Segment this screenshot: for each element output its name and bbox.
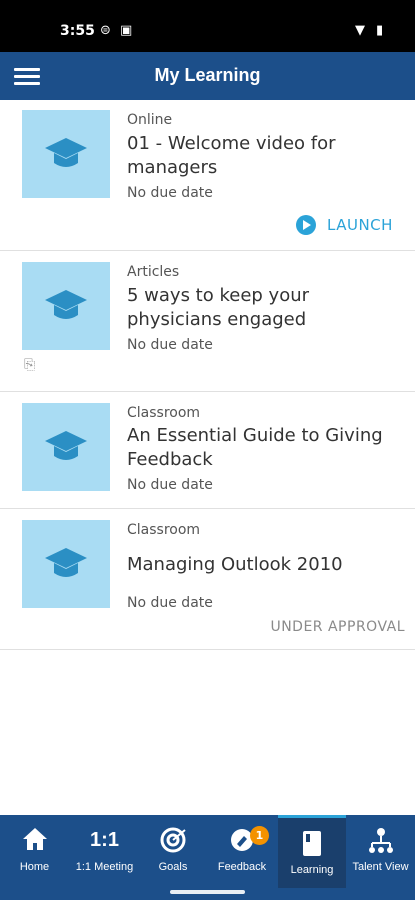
play-icon bbox=[296, 215, 316, 235]
course-thumbnail bbox=[22, 520, 110, 608]
status-bar: 3:55 ⊜ ▣ ▼ ▮ bbox=[0, 0, 415, 52]
graduation-cap-icon bbox=[45, 548, 87, 577]
gesture-handle bbox=[170, 890, 245, 894]
tab-meeting-label: 1:1 Meeting bbox=[75, 861, 134, 873]
item-category: Classroom bbox=[127, 405, 201, 421]
item-due-date: No due date bbox=[127, 185, 213, 201]
tab-learning-label: Learning bbox=[290, 864, 334, 876]
item-title: 5 ways to keep your physicians engaged bbox=[127, 285, 310, 330]
launch-button[interactable]: LAUNCH bbox=[296, 215, 393, 235]
goals-icon bbox=[160, 827, 186, 853]
tab-home-label: Home bbox=[19, 861, 50, 873]
course-thumbnail bbox=[22, 262, 110, 350]
list-item[interactable]: Classroom Managing Outlook 2010 No due d… bbox=[0, 509, 415, 650]
home-icon bbox=[22, 828, 47, 850]
tab-goals[interactable]: Goals bbox=[140, 815, 206, 885]
paperclip-icon: ⎘ bbox=[24, 357, 36, 373]
item-due-date: No due date bbox=[127, 477, 213, 493]
sync-status-icon: ⊜ bbox=[100, 23, 111, 38]
page-title: My Learning bbox=[154, 65, 261, 85]
tab-learning[interactable]: Learning bbox=[278, 815, 346, 888]
bottom-navigation: Home 1:1 1:1 Meeting Goals 1 Feedback Le… bbox=[0, 815, 415, 900]
tab-feedback-label: Feedback bbox=[217, 861, 267, 873]
item-title: 01 - Welcome video for managers bbox=[127, 133, 336, 178]
tab-meeting[interactable]: 1:1 1:1 Meeting bbox=[69, 815, 140, 885]
graduation-cap-icon bbox=[45, 290, 87, 319]
tab-talent-view-label: Talent View bbox=[352, 861, 409, 873]
item-category: Online bbox=[127, 112, 173, 128]
talent-view-icon bbox=[368, 828, 393, 853]
battery-icon: ▮ bbox=[376, 23, 384, 38]
item-due-date: No due date bbox=[127, 337, 213, 353]
list-item[interactable]: Classroom An Essential Guide to Giving F… bbox=[0, 392, 415, 509]
learning-book-icon bbox=[303, 831, 321, 856]
app-bar: My Learning bbox=[0, 52, 415, 100]
meeting-icon: 1:1 bbox=[90, 829, 119, 851]
launch-label: LAUNCH bbox=[327, 216, 393, 234]
item-category: Classroom bbox=[127, 522, 201, 538]
item-title: Managing Outlook 2010 bbox=[127, 554, 343, 575]
approval-status: UNDER APPROVAL bbox=[270, 619, 405, 635]
item-due-date: No due date bbox=[127, 595, 213, 611]
tab-goals-label: Goals bbox=[158, 861, 188, 873]
tab-feedback[interactable]: 1 Feedback bbox=[206, 815, 278, 885]
tab-home[interactable]: Home bbox=[0, 815, 69, 885]
item-category: Articles bbox=[127, 264, 180, 280]
learning-list: Online 01 - Welcome video for managers N… bbox=[0, 100, 415, 650]
item-title: An Essential Guide to Giving Feedback bbox=[127, 425, 383, 470]
course-thumbnail bbox=[22, 110, 110, 198]
graduation-cap-icon bbox=[45, 431, 87, 460]
wifi-icon: ▼ bbox=[355, 23, 365, 38]
list-item[interactable]: Articles 5 ways to keep your physicians … bbox=[0, 251, 415, 392]
tab-talent-view[interactable]: Talent View bbox=[346, 815, 415, 885]
feedback-badge: 1 bbox=[250, 826, 269, 845]
list-item[interactable]: Online 01 - Welcome video for managers N… bbox=[0, 100, 415, 251]
graduation-cap-icon bbox=[45, 138, 87, 167]
notification-status-icon: ▣ bbox=[120, 23, 133, 38]
status-time: 3:55 bbox=[60, 23, 95, 39]
course-thumbnail bbox=[22, 403, 110, 491]
